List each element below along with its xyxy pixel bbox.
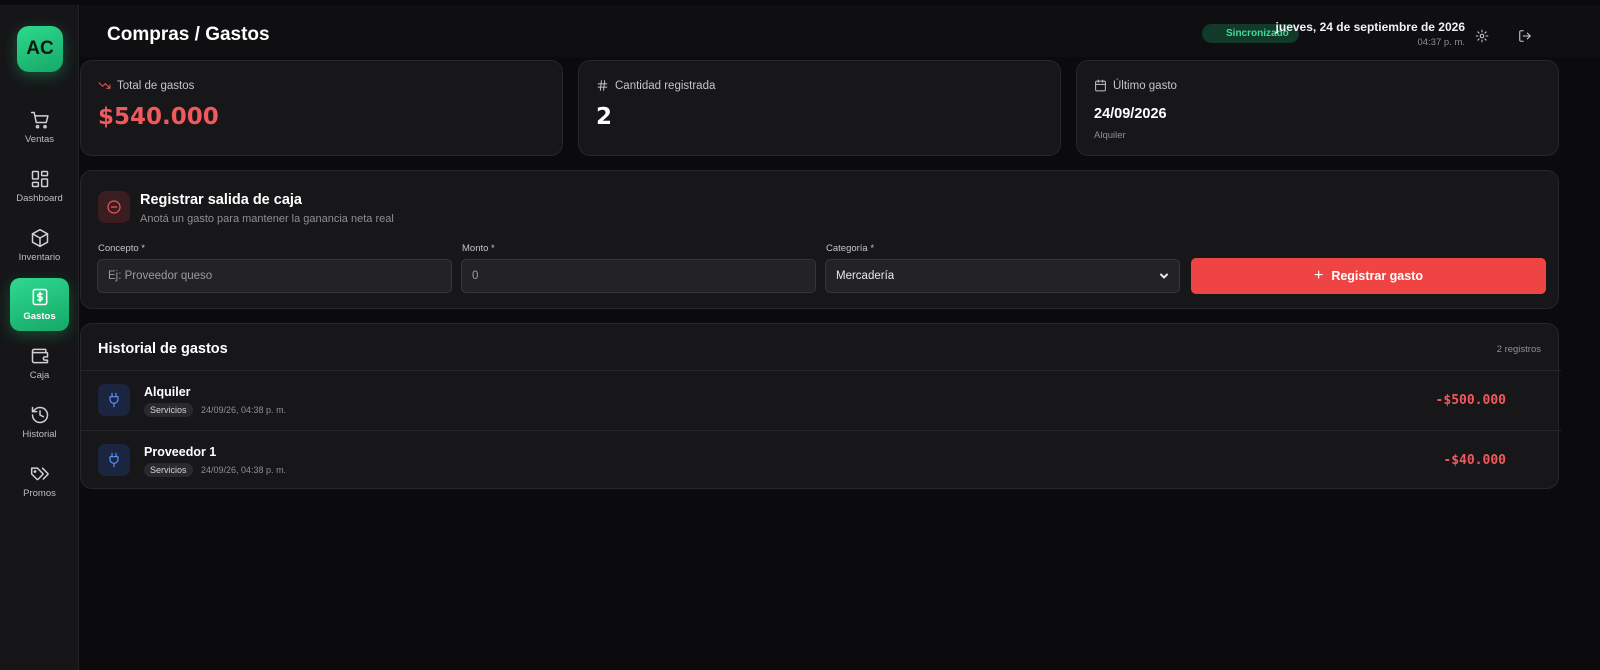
stat-card-total: Total de gastos $540.000 [80, 60, 563, 156]
wallet-icon [31, 348, 48, 364]
grid-icon [31, 170, 48, 188]
plus-icon: + [1313, 267, 1324, 284]
settings-icon [1475, 29, 1489, 43]
sidebar-item-label: Gastos [23, 311, 56, 322]
sidebar-item-inventario[interactable]: Inventario [10, 219, 69, 272]
page-title: Compras / Gastos [107, 24, 270, 45]
last-expense-concept: Alquiler [1094, 130, 1126, 141]
sidebar-item-label: Dashboard [16, 193, 63, 204]
table-row[interactable]: Alquiler Servicios 24/09/26, 04:38 p. m.… [81, 370, 1561, 430]
sidebar-item-label: Ventas [24, 134, 55, 145]
current-time: 04:37 p. m. [1417, 37, 1465, 48]
category-icon-box [98, 384, 130, 416]
logout-icon [1519, 30, 1531, 42]
expense-amount: -$40.000 [1443, 453, 1506, 468]
top-header: Compras / Gastos Sincronizado jueves, 24… [80, 5, 1600, 57]
amount-label: Monto * [462, 243, 495, 254]
expense-title: Proveedor 1 [144, 445, 217, 459]
amount-input[interactable] [461, 259, 816, 293]
history-icon [31, 406, 48, 424]
plug-icon [109, 452, 119, 468]
dollar-receipt-icon [32, 288, 47, 306]
register-expense-button[interactable]: + Registrar gasto [1191, 258, 1546, 294]
sidebar-item-dashboard[interactable]: Dashboard [10, 160, 69, 213]
app-logo[interactable]: AC [17, 26, 63, 72]
expense-date: 24/09/26, 04:38 p. m. [201, 405, 287, 415]
stat-label-text: Cantidad registrada [615, 79, 716, 92]
concept-input[interactable] [97, 259, 452, 293]
box-icon [31, 228, 48, 248]
stat-label-total: Total de gastos [98, 79, 194, 92]
expense-history-card: Historial de gastos 2 registros Alquiler… [80, 323, 1561, 490]
concept-label: Concepto * [98, 243, 146, 254]
last-expense-date: 24/09/2026 [1094, 106, 1167, 122]
sidebar-item-promos[interactable]: Promos [10, 455, 69, 508]
sidebar: AC Ventas Dashboard Inventario Gastos Ca… [0, 5, 79, 670]
category-icon-box [98, 444, 130, 476]
trending-down-icon [98, 82, 111, 89]
expense-category-badge: Servicios [144, 463, 193, 477]
logout-button[interactable] [1518, 29, 1534, 45]
sidebar-item-label: Caja [29, 370, 50, 381]
sidebar-item-label: Inventario [18, 252, 61, 263]
register-expense-label: Registrar gasto [1331, 269, 1424, 283]
expense-count-value: 2 [596, 104, 613, 130]
stat-label-count: Cantidad registrada [596, 79, 715, 92]
sidebar-item-caja[interactable]: Caja [10, 337, 69, 390]
cart-icon [30, 111, 49, 129]
history-title: Historial de gastos [98, 341, 228, 357]
form-icon-box [98, 191, 130, 223]
app-root: AC Ventas Dashboard Inventario Gastos Ca… [0, 0, 1600, 670]
tags-icon [30, 467, 49, 481]
current-date: jueves, 24 de septiembre de 2026 [1275, 20, 1465, 34]
category-select[interactable]: Mercadería [825, 259, 1180, 293]
table-row[interactable]: Proveedor 1 Servicios 24/09/26, 04:38 p.… [81, 430, 1561, 490]
plug-icon [109, 392, 119, 408]
form-title: Registrar salida de caja [140, 192, 302, 208]
expense-date: 24/09/26, 04:38 p. m. [201, 465, 287, 475]
sidebar-item-label: Promos [23, 488, 56, 499]
sidebar-item-gastos[interactable]: Gastos [10, 278, 69, 331]
minus-circle-icon [107, 200, 121, 214]
settings-button[interactable] [1475, 29, 1491, 45]
hash-icon [597, 80, 608, 91]
stat-label-last: Último gasto [1094, 79, 1177, 92]
expense-amount: -$500.000 [1435, 393, 1506, 408]
calendar-icon [1095, 79, 1106, 92]
history-count: 2 registros [1496, 344, 1541, 355]
expense-title: Alquiler [144, 385, 191, 399]
sidebar-item-label: Historial [22, 429, 57, 440]
stat-card-count: Cantidad registrada 2 [578, 60, 1061, 156]
total-expenses-value: $540.000 [98, 104, 219, 130]
stat-label-text: Total de gastos [117, 79, 195, 92]
form-subtitle: Anotá un gasto para mantener la ganancia… [140, 213, 394, 225]
category-label: Categoría * [826, 243, 875, 254]
stat-label-text: Último gasto [1113, 79, 1177, 92]
sidebar-item-historial[interactable]: Historial [10, 396, 69, 449]
chevron-down-icon [1159, 271, 1169, 281]
stat-card-last: Último gasto 24/09/2026 Alquiler [1076, 60, 1559, 156]
sidebar-item-ventas[interactable]: Ventas [10, 101, 69, 154]
register-expense-card: Registrar salida de caja Anotá un gasto … [80, 170, 1559, 309]
category-selected-value: Mercadería [836, 270, 895, 282]
expense-category-badge: Servicios [144, 403, 193, 417]
